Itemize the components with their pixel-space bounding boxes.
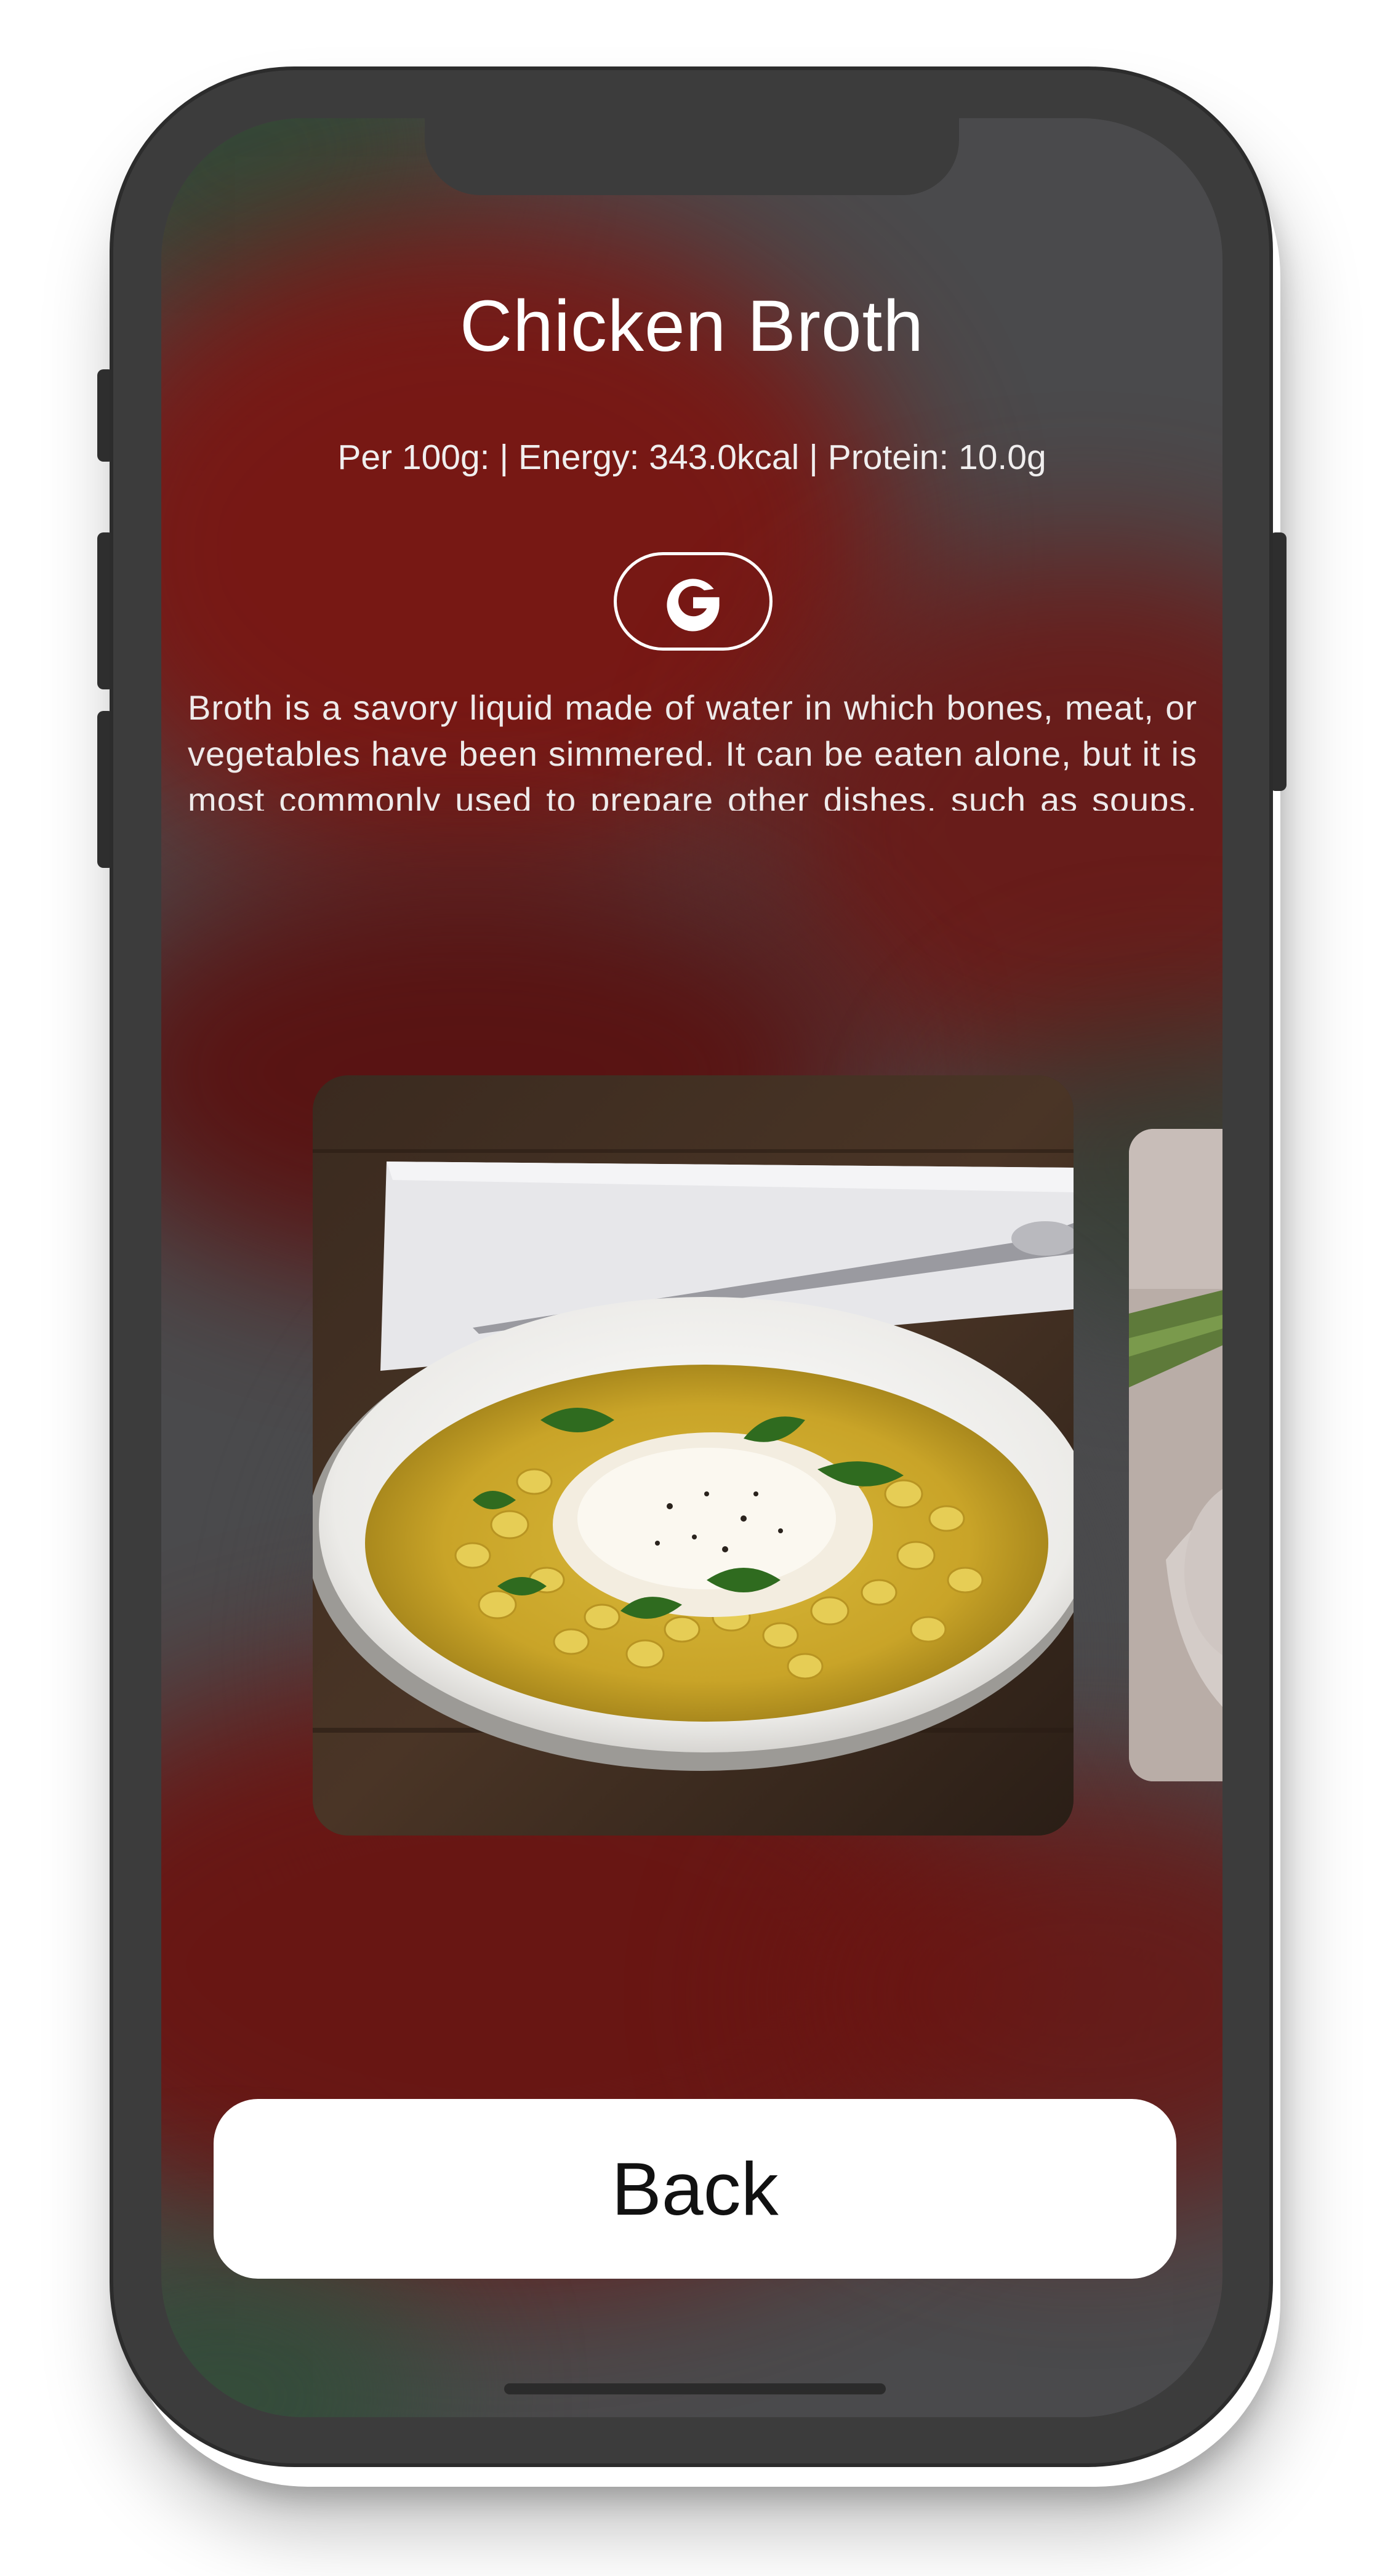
app-screen: Chicken Broth Per 100g: | Energy: 343.0k… <box>161 118 1222 2417</box>
carousel-card-next[interactable] <box>1129 1129 1222 1781</box>
back-button[interactable]: Back <box>214 2099 1176 2279</box>
google-icon <box>667 579 720 632</box>
carousel-card[interactable] <box>313 1075 1074 1836</box>
device-notch <box>425 118 959 195</box>
nutrition-summary: Per 100g: | Energy: 343.0kcal | Protein:… <box>337 438 1046 477</box>
recipe-title: Chicken Broth <box>459 286 925 367</box>
next-dish-image <box>1129 1129 1222 1781</box>
recipe-description: Broth is a savory liquid made of water i… <box>188 688 1197 811</box>
pasta-soup-image <box>313 1075 1074 1836</box>
google-search-button[interactable] <box>614 552 773 651</box>
home-indicator[interactable] <box>504 2383 886 2394</box>
image-carousel[interactable] <box>161 1075 1222 1839</box>
description-scroll[interactable]: Broth is a savory liquid made of water i… <box>188 684 1197 811</box>
mockup-stage: Chicken Broth Per 100g: | Energy: 343.0k… <box>0 0 1385 2576</box>
